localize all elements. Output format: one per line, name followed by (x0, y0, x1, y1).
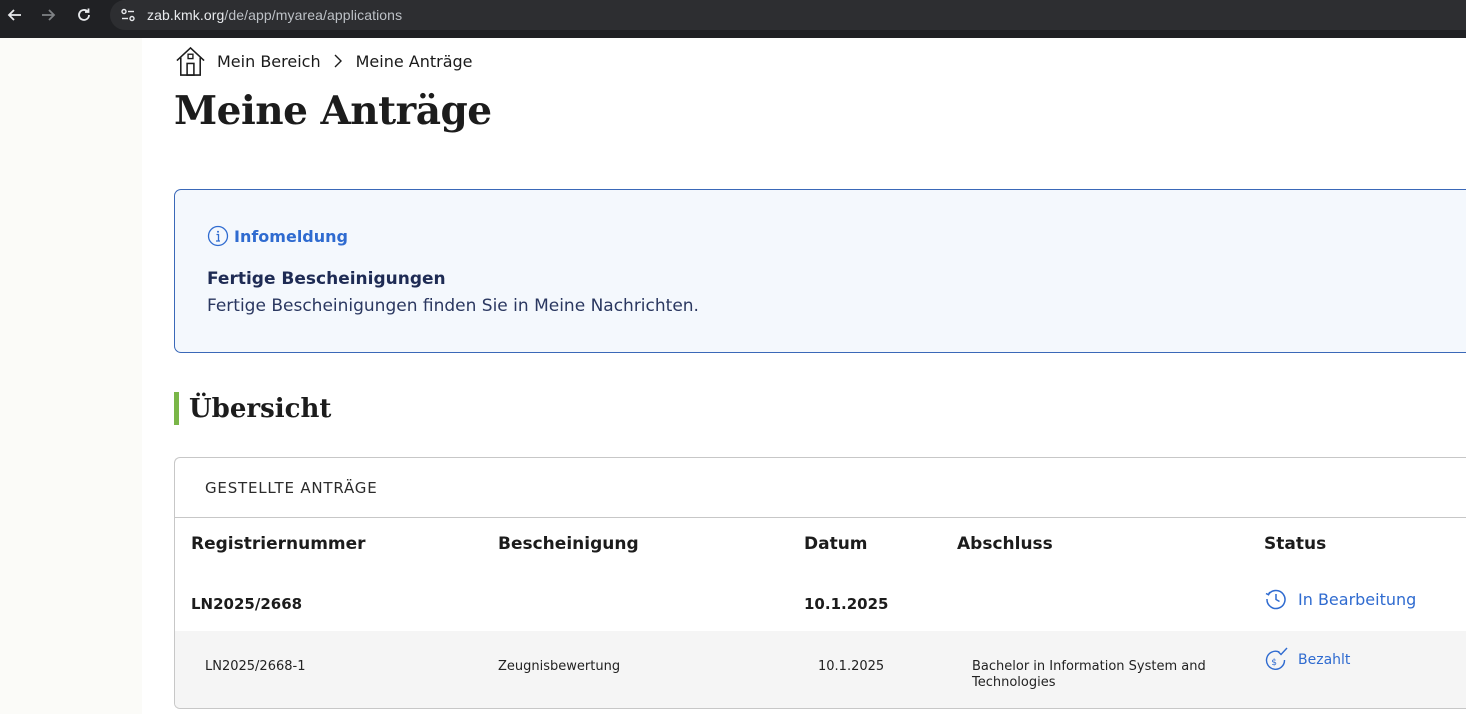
forward-arrow-icon[interactable] (33, 0, 63, 30)
reload-icon[interactable] (69, 0, 99, 30)
certificate-cell: Zeugnisbewertung (498, 659, 621, 674)
home-icon[interactable] (174, 45, 207, 78)
status-label: In Bearbeitung (1298, 589, 1417, 609)
chevron-right-icon (334, 54, 342, 68)
site-settings-icon[interactable] (120, 7, 136, 23)
status-in-progress: In Bearbeitung (1264, 587, 1416, 611)
clock-history-icon (1265, 589, 1286, 610)
status-label: Bezahlt (1298, 651, 1351, 668)
column-header-certificate: Bescheinigung (498, 534, 639, 554)
svg-text:$: $ (1271, 658, 1277, 668)
card-title: GESTELLTE ANTRÄGE (175, 458, 1466, 518)
info-text: Fertige Bescheinigungen finden Sie in Me… (207, 296, 699, 316)
page-title: Meine Anträge (174, 88, 492, 134)
column-header-degree: Abschluss (957, 534, 1053, 554)
info-header: Infomeldung (207, 225, 348, 247)
table-row[interactable]: LN2025/2668-1 Zeugnisbewertung 10.1.2025… (175, 631, 1466, 708)
applications-card: GESTELLTE ANTRÄGE Registriernummer Besch… (174, 457, 1466, 709)
column-header-status: Status (1264, 534, 1327, 554)
column-header-date: Datum (804, 534, 868, 554)
coin-check-icon: $ (1265, 647, 1288, 670)
registration-number: LN2025/2668-1 (205, 659, 306, 674)
breadcrumb-item-my-applications: Meine Anträge (355, 51, 473, 71)
degree-cell: Bachelor in Information System and Techn… (972, 659, 1206, 690)
column-header-registration: Registriernummer (191, 534, 366, 554)
status-paid: $ Bezahlt (1264, 647, 1350, 672)
url-text: zab.kmk.org/de/app/myarea/applications (147, 7, 403, 23)
back-arrow-icon[interactable] (0, 0, 30, 30)
breadcrumb-item-my-area[interactable]: Mein Bereich (217, 52, 321, 71)
section-title-overview: Übersicht (174, 392, 331, 425)
page: Mein Bereich Meine Anträge Meine Anträge… (0, 38, 1466, 714)
browser-toolbar: zab.kmk.org/de/app/myarea/applications (0, 0, 1466, 38)
breadcrumb: Mein Bereich Meine Anträge (174, 44, 473, 78)
info-icon (207, 225, 229, 247)
info-title: Fertige Bescheinigungen (207, 269, 446, 289)
date-cell: 10.1.2025 (818, 659, 885, 674)
info-message: Infomeldung Fertige Bescheinigungen Fert… (174, 189, 1466, 353)
table-row[interactable]: LN2025/2668 10.1.2025 In Bearbeitung (175, 578, 1466, 630)
registration-number: LN2025/2668 (191, 595, 303, 613)
left-rail (0, 38, 142, 714)
address-bar[interactable]: zab.kmk.org/de/app/myarea/applications (110, 0, 1466, 30)
date-cell: 10.1.2025 (804, 595, 889, 613)
info-label: Infomeldung (234, 226, 348, 246)
